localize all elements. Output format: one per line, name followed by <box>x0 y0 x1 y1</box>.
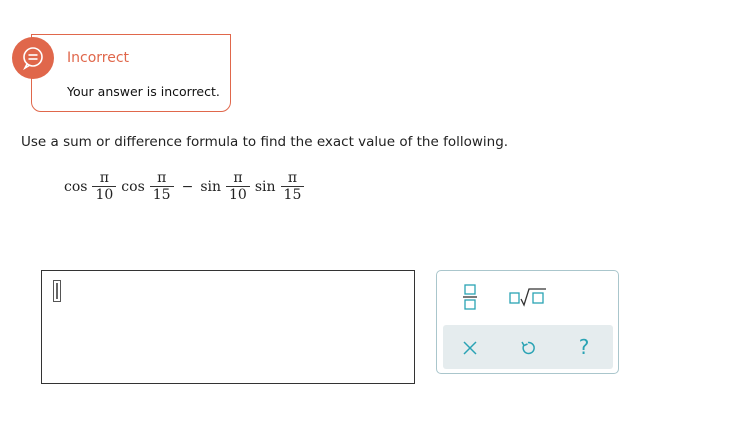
denominator: 10 <box>229 187 247 203</box>
fraction: π 15 <box>149 170 174 204</box>
question-instructions: Use a sum or difference formula to find … <box>21 134 509 150</box>
numerator: π <box>99 170 109 186</box>
denominator: 15 <box>283 187 302 203</box>
numerator: π <box>287 170 298 186</box>
help-icon: ? <box>578 335 590 359</box>
function-name: cos <box>121 179 145 195</box>
help-button[interactable]: ? <box>573 335 595 359</box>
denominator: 15 <box>152 187 171 203</box>
math-tool-palette: ? <box>436 270 619 374</box>
feedback-message: Your answer is incorrect. <box>67 84 220 99</box>
numerator: π <box>233 170 243 186</box>
feedback-title: Incorrect <box>67 50 130 66</box>
fraction: π 10 <box>226 170 250 204</box>
clear-icon[interactable] <box>459 337 481 359</box>
math-expression: cos π 10 cos π 15 − sin π 10 sin π 15 <box>62 170 307 204</box>
minus-operator: − <box>181 179 194 195</box>
nth-root-icon[interactable] <box>507 283 549 311</box>
numerator: π <box>157 170 167 186</box>
answer-input[interactable] <box>41 270 415 384</box>
function-name: cos <box>64 179 88 195</box>
speech-bubble-icon <box>12 37 54 79</box>
function-name: sin <box>254 179 276 195</box>
fraction: π 10 <box>92 170 117 204</box>
feedback-card <box>31 34 231 112</box>
fraction-icon[interactable] <box>459 283 481 311</box>
input-cursor <box>53 280 61 302</box>
undo-icon[interactable] <box>517 337 539 359</box>
function-name: sin <box>200 179 222 195</box>
fraction: π 15 <box>280 170 305 204</box>
denominator: 10 <box>95 187 114 203</box>
